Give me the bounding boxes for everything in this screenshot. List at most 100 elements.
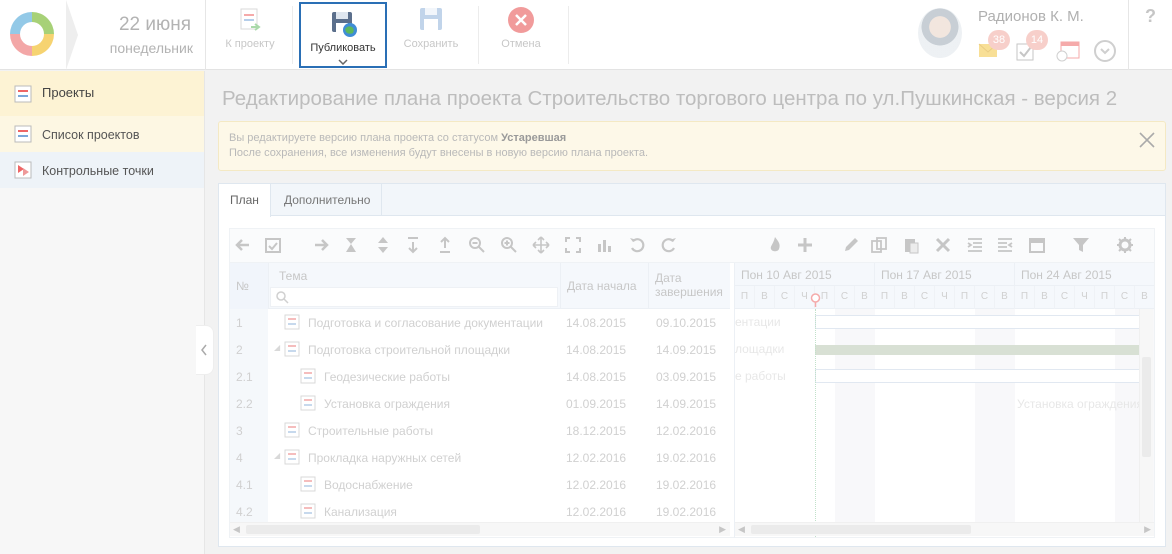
day-header: П bbox=[1095, 286, 1115, 309]
edit-icon[interactable] bbox=[842, 236, 860, 254]
cancel-label: Отмена bbox=[501, 38, 541, 50]
day-header: П bbox=[955, 286, 975, 309]
add-icon[interactable] bbox=[796, 236, 814, 254]
grid-horizontal-scrollbar[interactable]: ◀ ▶ bbox=[230, 522, 730, 536]
grid-header: № Тема Дата начала Дата завершения bbox=[230, 263, 730, 309]
milestones-icon bbox=[14, 161, 32, 179]
table-row[interactable]: 1 Подготовка и согласование документации 1… bbox=[230, 309, 730, 336]
task-bar[interactable] bbox=[815, 315, 1145, 329]
task-icon bbox=[300, 368, 316, 384]
week-header: Пон 10 Авг 2015 bbox=[735, 263, 875, 286]
close-icon[interactable] bbox=[1137, 130, 1157, 150]
task-start-date: 14.08.2015 bbox=[566, 370, 627, 384]
collapse-all-icon[interactable] bbox=[342, 236, 360, 254]
day-header: В bbox=[995, 286, 1015, 309]
sidebar-collapse-toggle[interactable] bbox=[196, 325, 214, 375]
user-name[interactable]: Радионов К. М. bbox=[978, 8, 1084, 25]
publish-button[interactable]: Публиковать bbox=[299, 2, 387, 68]
table-row[interactable]: 4 ◢ Прокладка наружных сетей 12.02.2016 19.0… bbox=[230, 444, 730, 471]
day-header: С bbox=[915, 286, 935, 309]
sidebar-item-milestones[interactable]: Контрольные точки bbox=[0, 152, 204, 188]
task-start-date: 12.02.2016 bbox=[566, 478, 627, 492]
fit-to-screen-icon[interactable] bbox=[564, 236, 582, 254]
chevron-down-icon[interactable] bbox=[338, 56, 348, 66]
scroll-right-icon[interactable]: ▶ bbox=[1144, 524, 1151, 535]
sidebar-item-project-list[interactable]: Список проектов bbox=[0, 116, 204, 152]
row-number: 4.2 bbox=[230, 498, 268, 525]
table-row[interactable]: 2.1 Геодезические работы 14.08.2015 03.09.2… bbox=[230, 363, 730, 390]
column-number[interactable]: № bbox=[230, 263, 268, 309]
paste-icon[interactable] bbox=[902, 236, 920, 254]
tree-toggle-icon[interactable]: ◢ bbox=[274, 451, 280, 460]
task-name: Прокладка наружных сетей bbox=[308, 451, 462, 465]
task-end-date: 19.02.2016 bbox=[656, 451, 717, 465]
scroll-left-icon[interactable]: ◀ bbox=[233, 524, 240, 535]
user-menu-dropdown[interactable] bbox=[1094, 40, 1116, 62]
copy-icon[interactable] bbox=[870, 236, 888, 254]
sidebar-section-projects[interactable]: Проекты bbox=[0, 71, 204, 116]
publish-icon bbox=[328, 10, 358, 38]
chart-vertical-scrollbar[interactable] bbox=[1139, 309, 1153, 524]
chart-horizontal-scrollbar[interactable]: ◀ ▶ bbox=[735, 522, 1154, 536]
calendar-check-icon[interactable] bbox=[264, 236, 282, 254]
table-row[interactable]: 2 ◢ Подготовка строительной площадки 14.08.… bbox=[230, 336, 730, 363]
cancel-button[interactable]: Отмена bbox=[490, 0, 552, 70]
arrow-left-icon[interactable] bbox=[234, 236, 252, 254]
critical-path-icon[interactable] bbox=[766, 236, 784, 254]
zoom-in-icon[interactable] bbox=[500, 236, 518, 254]
settings-gear-icon[interactable] bbox=[1116, 236, 1134, 254]
warning-status: Устаревшая bbox=[501, 132, 567, 144]
move-up-icon[interactable] bbox=[436, 236, 454, 254]
save-button[interactable]: Сохранить bbox=[396, 0, 466, 70]
calendar-notification[interactable] bbox=[1056, 36, 1082, 62]
avatar[interactable] bbox=[918, 8, 962, 58]
help-button[interactable]: ? bbox=[1128, 0, 1172, 70]
cancel-icon bbox=[506, 6, 536, 34]
sidebar-section-label: Проекты bbox=[42, 85, 95, 100]
projects-icon bbox=[14, 85, 32, 103]
tasks-notification[interactable]: 14 bbox=[1016, 30, 1048, 61]
mail-notification[interactable]: 38 bbox=[978, 30, 1010, 58]
scroll-thumb[interactable] bbox=[246, 525, 480, 534]
column-end-date[interactable]: Дата завершения bbox=[648, 263, 730, 309]
summary-task-bar[interactable] bbox=[815, 345, 1145, 355]
week-header: Пон 17 Авг 2015 bbox=[875, 263, 1015, 286]
tree-toggle-icon[interactable]: ◢ bbox=[274, 343, 280, 352]
tab-plan[interactable]: План bbox=[219, 184, 271, 217]
scroll-left-icon[interactable]: ◀ bbox=[738, 524, 745, 535]
arrow-right-icon[interactable] bbox=[312, 236, 330, 254]
calendar-icon[interactable] bbox=[1028, 236, 1046, 254]
task-group-icon bbox=[284, 449, 300, 465]
move-down-icon[interactable] bbox=[404, 236, 422, 254]
warning-line-2: После сохранения, все изменения будут вн… bbox=[229, 147, 649, 159]
gantt-chart: Пон 10 Авг 2015 Пон 17 Авг 2015 Пон 24 А… bbox=[734, 263, 1154, 538]
filter-icon[interactable] bbox=[1072, 236, 1090, 254]
delete-icon[interactable] bbox=[934, 236, 952, 254]
outdent-icon[interactable] bbox=[996, 236, 1014, 254]
pan-icon[interactable] bbox=[532, 236, 550, 254]
table-row[interactable]: 4.1 Водоснабжение 12.02.2016 19.02.2016 bbox=[230, 471, 730, 498]
current-date: 22 июня bbox=[118, 14, 191, 35]
to-project-button[interactable]: К проекту bbox=[214, 0, 286, 70]
bar-chart-icon[interactable] bbox=[596, 236, 614, 254]
topic-search-input[interactable] bbox=[270, 287, 558, 307]
day-header: В bbox=[855, 286, 875, 309]
scroll-thumb[interactable] bbox=[1142, 357, 1151, 457]
task-bar[interactable] bbox=[815, 369, 1145, 383]
day-header: С bbox=[1055, 286, 1075, 309]
undo-icon[interactable] bbox=[628, 236, 646, 254]
table-row[interactable]: 3 Строительные работы 18.12.2015 12.02.2016 bbox=[230, 417, 730, 444]
task-name: Подготовка строительной площадки bbox=[308, 343, 511, 357]
redo-icon[interactable] bbox=[660, 236, 678, 254]
scroll-right-icon[interactable]: ▶ bbox=[719, 524, 726, 535]
move-updown-icon[interactable] bbox=[374, 236, 392, 254]
table-row[interactable]: 2.2 Установка ограждения 01.09.2015 14.09.2… bbox=[230, 390, 730, 417]
column-start-date[interactable]: Дата начала bbox=[560, 263, 648, 309]
scroll-thumb[interactable] bbox=[751, 525, 971, 534]
sidebar: Проекты Список проектов Контрольные точк… bbox=[0, 71, 205, 554]
indent-icon[interactable] bbox=[966, 236, 984, 254]
app-logo-icon[interactable] bbox=[10, 12, 54, 56]
zoom-out-icon[interactable] bbox=[468, 236, 486, 254]
table-row[interactable]: 4.2 Канализация 12.02.2016 19.02.2016 bbox=[230, 498, 730, 525]
tab-additional[interactable]: Дополнительно bbox=[273, 184, 383, 216]
